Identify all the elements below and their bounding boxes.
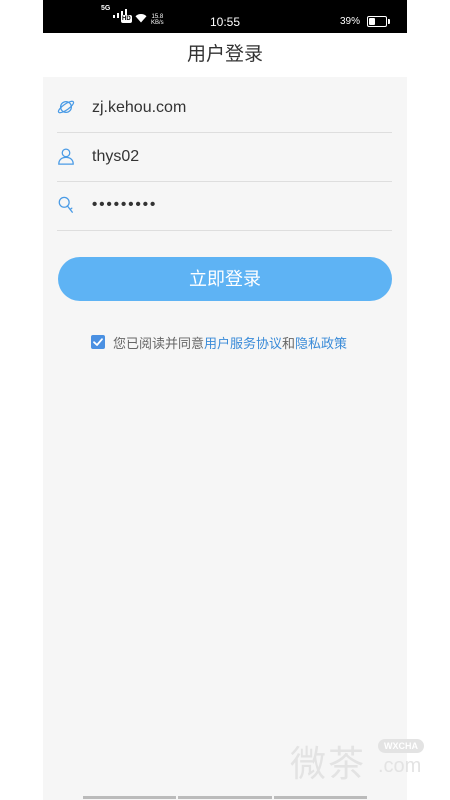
password-field[interactable]: ••••••••• — [57, 182, 392, 231]
agreement-checkbox[interactable] — [91, 335, 105, 349]
network-type-label: 5G — [101, 5, 111, 12]
page-title: 用户登录 — [186, 44, 263, 65]
watermark-badge: WXCHA — [378, 739, 424, 753]
username-input[interactable]: thys02 — [92, 148, 139, 166]
domain-field[interactable]: zj.kehou.com — [57, 84, 392, 133]
login-button[interactable]: 立即登录 — [58, 257, 392, 301]
battery-icon — [367, 16, 390, 27]
login-form: zj.kehou.com thys02 ••••••••• — [57, 84, 392, 231]
checkbox-checked-icon — [93, 338, 103, 346]
agreement-prefix: 您已阅读并同意 — [113, 335, 205, 351]
password-input[interactable]: ••••••••• — [92, 196, 157, 214]
home-indicator — [83, 796, 367, 799]
privacy-link[interactable]: 隐私政策 — [295, 333, 347, 352]
watermark-logo: 微茶 WXCHA .com — [290, 735, 450, 785]
nav-bar: 用户登录 — [43, 33, 407, 77]
key-icon — [58, 196, 73, 213]
watermark-suffix: .com — [378, 755, 422, 777]
agreement-connector: 和 — [282, 335, 296, 351]
terms-link[interactable]: 用户服务协议 — [204, 333, 282, 352]
username-field[interactable]: thys02 — [57, 133, 392, 182]
user-icon — [58, 148, 74, 165]
battery-percent: 39% — [340, 16, 361, 27]
domain-input[interactable]: zj.kehou.com — [92, 99, 186, 117]
login-screen: 5G HD 15.8 KB/s 10:55 39% 用户登录 zj.kehou.… — [43, 0, 407, 800]
planet-icon — [57, 100, 75, 114]
status-bar: 5G HD 15.8 KB/s 10:55 39% — [43, 0, 407, 33]
agreement-row: 您已阅读并同意 用户服务协议 和 隐私政策 — [91, 333, 347, 351]
watermark-chinese: 微茶 — [290, 744, 367, 785]
